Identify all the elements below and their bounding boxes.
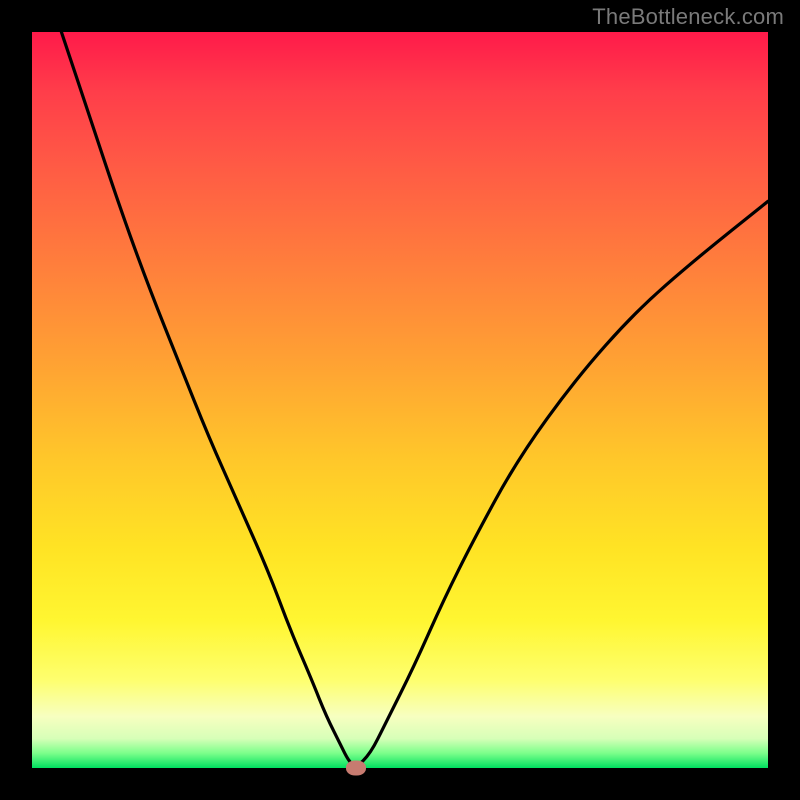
watermark-text: TheBottleneck.com [592,4,784,30]
bottleneck-curve [32,32,768,768]
minimum-marker [346,761,366,776]
chart-frame: TheBottleneck.com [0,0,800,800]
plot-area [32,32,768,768]
